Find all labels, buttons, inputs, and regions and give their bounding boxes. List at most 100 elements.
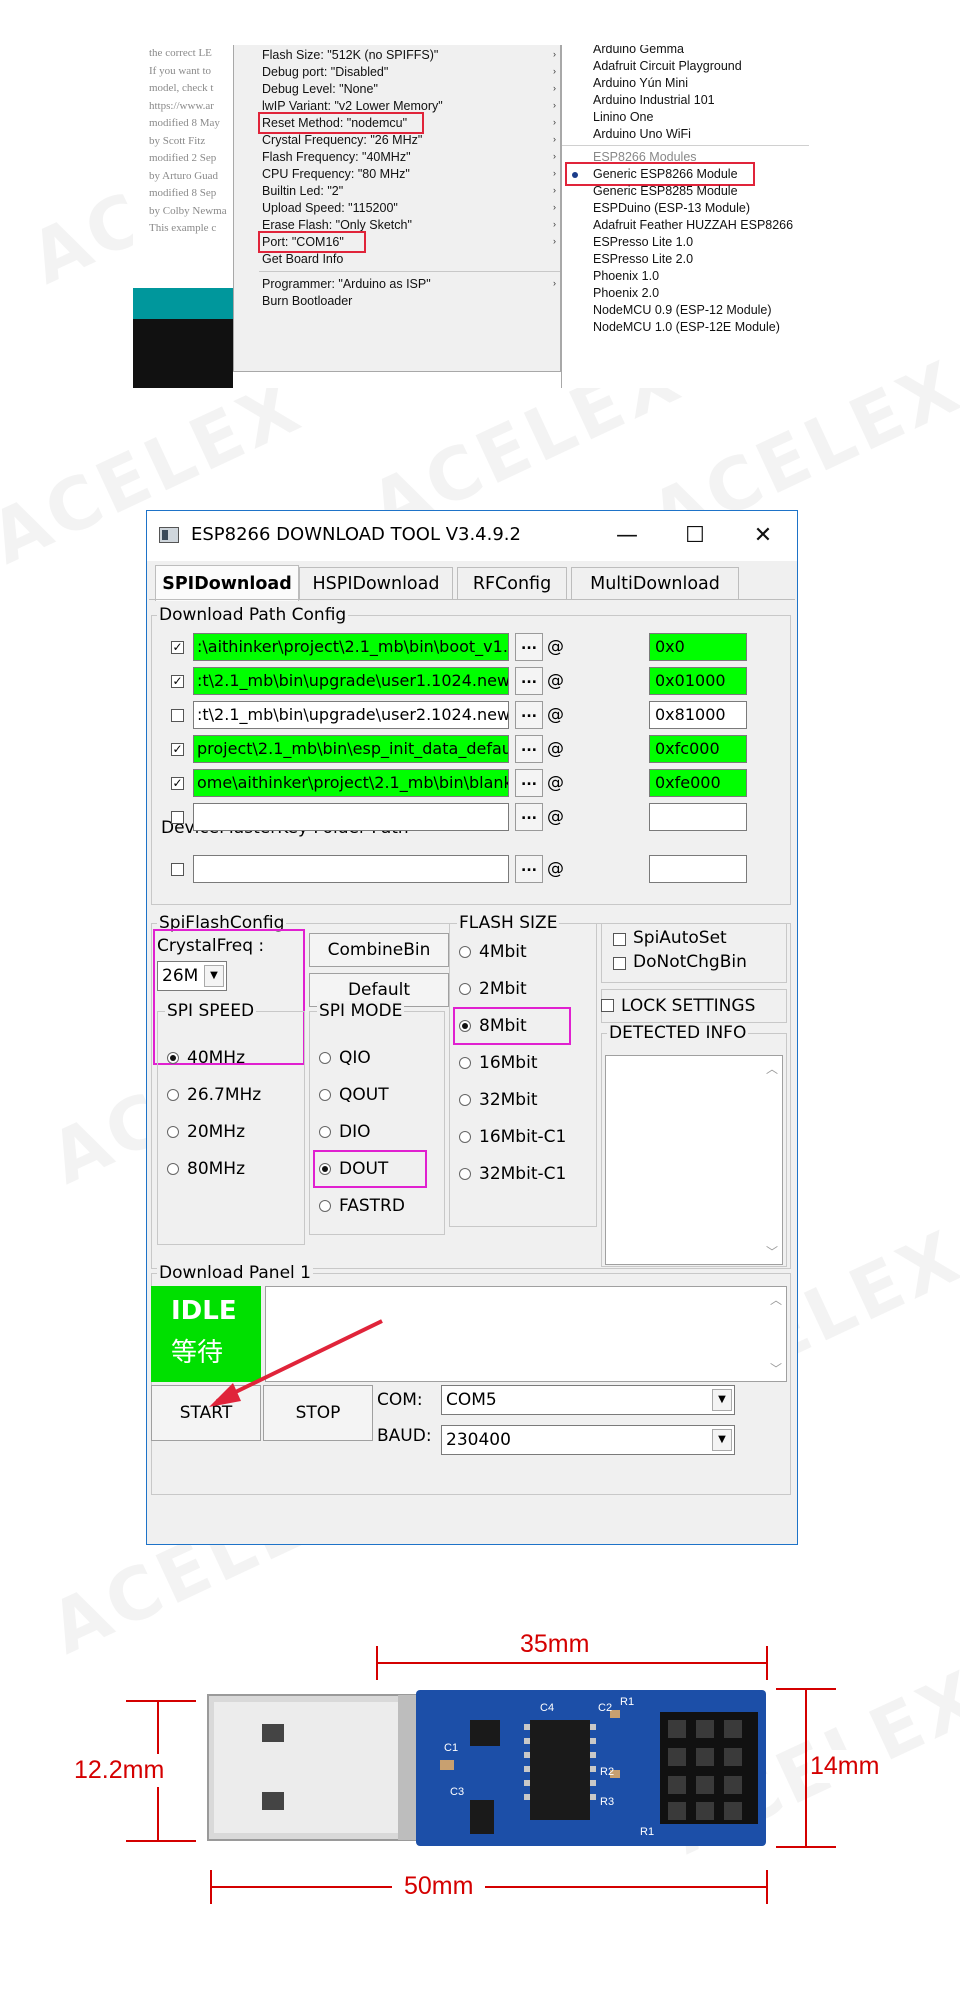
- flash-size-radio[interactable]: [459, 1057, 471, 1069]
- title-bar: ESP8266 DOWNLOAD TOOL V3.4.9.2 — ☐ ✕: [147, 511, 797, 561]
- row-checkbox[interactable]: [171, 811, 184, 824]
- master-key-browse-button[interactable]: ...: [515, 855, 543, 883]
- dim-line-right: [805, 1690, 807, 1846]
- tools-menu-item[interactable]: Debug Level: "None": [262, 81, 378, 97]
- tools-menu-item[interactable]: Flash Size: "512K (no SPIFFS)": [262, 47, 438, 63]
- row-checkbox[interactable]: ✓: [171, 743, 184, 756]
- minimize-button[interactable]: —: [599, 515, 655, 557]
- at-sign: @: [547, 807, 564, 827]
- flash-size-radio[interactable]: [459, 1094, 471, 1106]
- board-menu-item[interactable]: Adafruit Feather HUZZAH ESP8266: [593, 217, 793, 233]
- board-menu-item[interactable]: Adafruit Circuit Playground: [593, 58, 742, 74]
- row-checkbox[interactable]: ✓: [171, 641, 184, 654]
- chevron-right-icon: ›: [553, 100, 556, 110]
- tools-menu-item[interactable]: Programmer: "Arduino as ISP": [262, 276, 431, 292]
- tools-menu-item[interactable]: Flash Frequency: "40MHz": [262, 149, 411, 165]
- tools-menu-item[interactable]: Burn Bootloader: [262, 293, 352, 309]
- code-line: by Arturo Guad: [149, 169, 219, 182]
- tab-hspidownload[interactable]: HSPIDownload: [299, 567, 453, 599]
- flash-size-radio[interactable]: [459, 1168, 471, 1180]
- flash-size-radio[interactable]: [459, 946, 471, 958]
- console-pane: [133, 319, 233, 388]
- spi-mode-radio[interactable]: [319, 1052, 331, 1064]
- dim-line-bottom: [210, 1886, 768, 1888]
- tools-menu-item[interactable]: Upload Speed: "115200": [262, 200, 398, 216]
- spi-auto-set-checkbox[interactable]: [613, 933, 626, 946]
- flash-size-option: 32Mbit: [479, 1090, 538, 1110]
- tools-menu-item[interactable]: Crystal Frequency: "26 MHz": [262, 132, 422, 148]
- board-menu-item[interactable]: ESPresso Lite 2.0: [593, 251, 693, 267]
- tab-spidownload[interactable]: SPIDownload: [155, 565, 299, 601]
- baud-select[interactable]: 230400 ▼: [441, 1425, 735, 1455]
- browse-button[interactable]: ...: [515, 735, 543, 763]
- address-input[interactable]: [649, 803, 747, 831]
- tab-rfconfig[interactable]: RFConfig: [457, 567, 567, 599]
- browse-button[interactable]: ...: [515, 633, 543, 661]
- board-menu-item[interactable]: ESPDuino (ESP-13 Module): [593, 200, 750, 216]
- browse-button[interactable]: ...: [515, 803, 543, 831]
- spi-mode-radio[interactable]: [319, 1089, 331, 1101]
- scroll-up-icon[interactable]: ︿: [766, 1060, 778, 1077]
- master-key-addr-input[interactable]: [649, 855, 747, 883]
- row-checkbox[interactable]: ✓: [171, 777, 184, 790]
- bin-path-input[interactable]: ome\aithinker\project\2.1_mb\bin\blank.b…: [193, 769, 509, 797]
- spi-speed-radio[interactable]: [167, 1052, 179, 1064]
- com-value: COM5: [446, 1390, 497, 1410]
- address-input[interactable]: 0x0: [649, 633, 747, 661]
- bin-path-input[interactable]: :t\2.1_mb\bin\upgrade\user2.1024.new.2.b…: [193, 701, 509, 729]
- tab-multidownload[interactable]: MultiDownload: [571, 567, 739, 599]
- browse-button[interactable]: ...: [515, 667, 543, 695]
- spi-speed-radio[interactable]: [167, 1089, 179, 1101]
- bin-path-input[interactable]: [193, 803, 509, 831]
- address-input[interactable]: 0xfe000: [649, 769, 747, 797]
- board-menu-item[interactable]: ESPresso Lite 1.0: [593, 234, 693, 250]
- close-button[interactable]: ✕: [735, 515, 791, 557]
- scroll-down-icon[interactable]: ﹀: [766, 1243, 778, 1260]
- lock-settings-checkbox[interactable]: [601, 999, 614, 1012]
- address-input[interactable]: 0x01000: [649, 667, 747, 695]
- board-menu-item[interactable]: Generic ESP8285 Module: [593, 183, 738, 199]
- address-input[interactable]: 0x81000: [649, 701, 747, 729]
- row-checkbox[interactable]: ✓: [171, 675, 184, 688]
- board-menu-item[interactable]: Phoenix 1.0: [593, 268, 659, 284]
- scroll-down-icon[interactable]: ﹀: [770, 1360, 782, 1377]
- board-menu-item[interactable]: Arduino Uno WiFi: [593, 126, 691, 142]
- do-not-chg-bin-checkbox[interactable]: [613, 957, 626, 970]
- spi-speed-radio[interactable]: [167, 1163, 179, 1175]
- board-menu-item[interactable]: NodeMCU 1.0 (ESP-12E Module): [593, 319, 780, 335]
- dim-line-top: [376, 1662, 768, 1664]
- row-checkbox[interactable]: [171, 709, 184, 722]
- com-select[interactable]: COM5 ▼: [441, 1385, 735, 1415]
- flash-size-radio[interactable]: [459, 1131, 471, 1143]
- silkscreen-c4: C4: [540, 1702, 555, 1714]
- flash-size-radio[interactable]: [459, 983, 471, 995]
- combine-bin-button[interactable]: CombineBin: [309, 933, 449, 967]
- tools-menu-item[interactable]: Builtin Led: "2": [262, 183, 343, 199]
- board-menu-item[interactable]: Arduino Gemma: [593, 45, 684, 57]
- bin-path-input[interactable]: :t\2.1_mb\bin\upgrade\user1.1024.new.2.b…: [193, 667, 509, 695]
- spi-mode-radio[interactable]: [319, 1200, 331, 1212]
- bin-path-input[interactable]: project\2.1_mb\bin\esp_init_data_default…: [193, 735, 509, 763]
- tools-menu-item[interactable]: Get Board Info: [262, 251, 343, 267]
- spi-speed-radio[interactable]: [167, 1126, 179, 1138]
- browse-button[interactable]: ...: [515, 769, 543, 797]
- scroll-up-icon[interactable]: ︿: [770, 1291, 782, 1308]
- code-line: This example c: [149, 222, 217, 234]
- bin-path-input[interactable]: :\aithinker\project\2.1_mb\bin\boot_v1.7…: [193, 633, 509, 661]
- board-menu-item[interactable]: Arduino Industrial 101: [593, 92, 715, 108]
- board-menu-item[interactable]: NodeMCU 0.9 (ESP-12 Module): [593, 302, 772, 318]
- spi-mode-radio[interactable]: [319, 1126, 331, 1138]
- board-menu-item[interactable]: Arduino Yún Mini: [593, 75, 688, 91]
- red-arrow-icon: [209, 1319, 383, 1407]
- maximize-button[interactable]: ☐: [667, 515, 723, 557]
- board-menu-item[interactable]: Phoenix 2.0: [593, 285, 659, 301]
- chevron-down-icon: ▼: [712, 1389, 732, 1411]
- tools-menu-item[interactable]: Debug port: "Disabled": [262, 64, 388, 80]
- master-key-checkbox[interactable]: [171, 863, 184, 876]
- master-key-path-input[interactable]: [193, 855, 509, 883]
- board-menu-item[interactable]: Linino One: [593, 109, 653, 125]
- detected-info-textarea[interactable]: ︿ ﹀: [605, 1055, 783, 1265]
- address-input[interactable]: 0xfc000: [649, 735, 747, 763]
- browse-button[interactable]: ...: [515, 701, 543, 729]
- tools-menu-item[interactable]: CPU Frequency: "80 MHz": [262, 166, 410, 182]
